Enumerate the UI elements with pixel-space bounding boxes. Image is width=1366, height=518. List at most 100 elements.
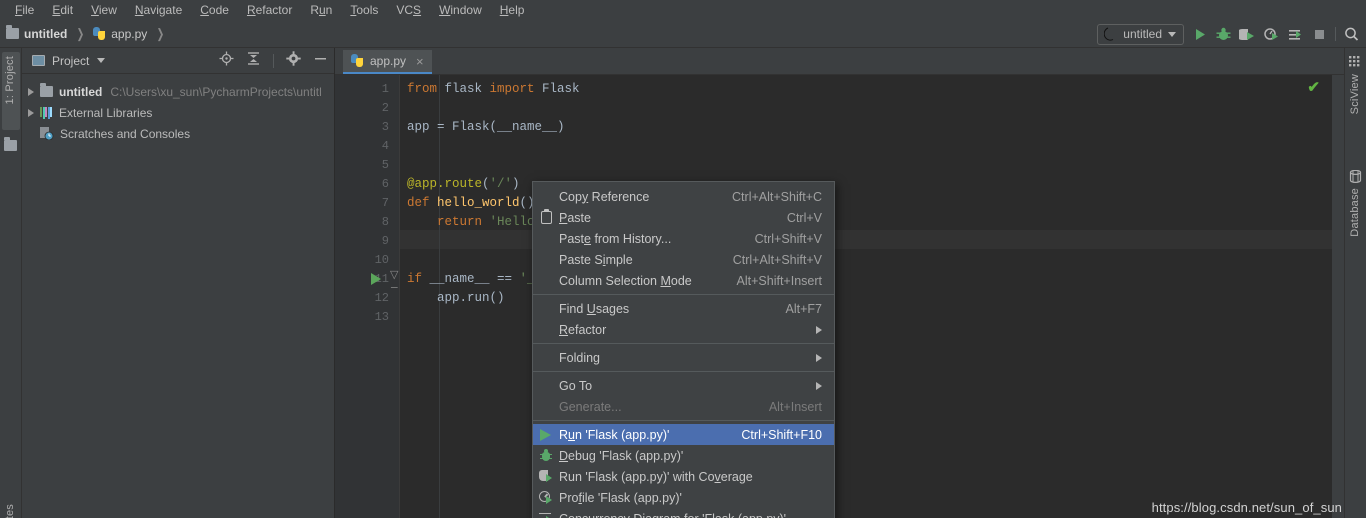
- fold-marker-collapse[interactable]: ▽: [390, 268, 398, 282]
- code-line: from flask import Flask: [407, 82, 580, 96]
- context-menu-item-refactor[interactable]: Refactor: [533, 319, 834, 340]
- menu-navigate[interactable]: Navigate: [126, 1, 191, 19]
- context-menu-item-label: Run 'Flask (app.py)' with Coverage: [559, 469, 753, 484]
- context-menu-item-run-flask-app-py[interactable]: Run 'Flask (app.py)' Ctrl+Shift+F10: [533, 424, 834, 445]
- sidebar-button-sciview[interactable]: SciView: [1349, 74, 1361, 114]
- menu-separator: [533, 294, 834, 295]
- concurrency-icon: [538, 511, 554, 518]
- context-menu-item-label: Debug 'Flask (app.py)': [559, 448, 684, 463]
- context-menu-item-profile-flask-app-py[interactable]: Profile 'Flask (app.py)': [533, 487, 834, 508]
- chevron-down-icon[interactable]: [97, 58, 106, 63]
- line-number: 13: [374, 310, 389, 324]
- menu-file[interactable]: File: [6, 1, 43, 19]
- expand-triangle-icon[interactable]: [28, 108, 34, 117]
- breadcrumb-separator: ❯: [156, 25, 165, 41]
- breadcrumb-label: untitled: [24, 26, 68, 41]
- code-line: @app.route('/'): [407, 177, 520, 191]
- context-menu-item-paste[interactable]: Paste Ctrl+V: [533, 207, 834, 228]
- line-number: 9: [381, 234, 389, 248]
- debug-icon: [538, 448, 554, 464]
- coverage-icon: [538, 469, 554, 485]
- context-menu-item-shortcut: Ctrl+Shift+V: [754, 231, 822, 246]
- menu-separator: [533, 371, 834, 372]
- editor-gutter[interactable]: 1 2 3 4 5 6 7 8 9 10 11 12 13: [335, 75, 399, 518]
- context-menu-item-paste-simple[interactable]: Paste Simple Ctrl+Alt+Shift+V: [533, 249, 834, 270]
- inspection-status-icon: ✔: [1307, 79, 1320, 96]
- menu-refactor[interactable]: Refactor: [238, 1, 301, 19]
- editor-context-menu[interactable]: Copy Reference Ctrl+Alt+Shift+C Paste Ctrl+…: [532, 181, 835, 518]
- context-menu-item-label: Copy Reference: [559, 189, 650, 204]
- context-menu-item-copy-reference[interactable]: Copy Reference Ctrl+Alt+Shift+C: [533, 186, 834, 207]
- menu-vcs[interactable]: VCS: [387, 1, 430, 19]
- context-menu-item-debug-flask-app-py[interactable]: Debug 'Flask (app.py)': [533, 445, 834, 466]
- menu-tools[interactable]: Tools: [341, 1, 387, 19]
- locate-icon[interactable]: [219, 51, 234, 71]
- debug-icon[interactable]: [1215, 26, 1232, 43]
- context-menu-item-shortcut: Ctrl+V: [786, 210, 822, 225]
- context-menu-item-folding[interactable]: Folding: [533, 347, 834, 368]
- run-icon[interactable]: [1191, 26, 1208, 43]
- code-line: app.run(): [407, 291, 505, 305]
- watermark-text: https://blog.csdn.net/sun_of_sun: [1151, 500, 1342, 515]
- line-number: 10: [374, 253, 389, 267]
- context-menu-item-shortcut: Ctrl+Shift+F10: [741, 427, 822, 442]
- profile-icon[interactable]: [1263, 26, 1280, 43]
- tree-item-scratches-and-consoles[interactable]: Scratches and Consoles: [22, 123, 334, 144]
- stop-icon[interactable]: [1311, 26, 1328, 43]
- pycharm-window: File Edit View Navigate Code Refactor Run Tools…: [0, 0, 1366, 518]
- menu-edit[interactable]: Edit: [43, 1, 82, 19]
- collapse-all-icon[interactable]: [246, 51, 261, 71]
- profile-icon: [538, 490, 554, 506]
- run-with-coverage-icon[interactable]: [1236, 26, 1256, 43]
- tab-app-py[interactable]: app.py ×: [343, 50, 432, 74]
- line-number: 8: [381, 215, 389, 229]
- project-panel-title: Project: [52, 53, 90, 68]
- menu-window[interactable]: Window: [430, 1, 491, 19]
- expand-triangle-icon[interactable]: [28, 87, 34, 96]
- context-menu-item-label: Paste from History...: [559, 231, 672, 246]
- hide-panel-icon[interactable]: [313, 51, 328, 71]
- editor-scrollbar[interactable]: [1332, 75, 1344, 518]
- search-icon[interactable]: [1343, 26, 1360, 43]
- context-menu-item-concurrency-diagram-for-flask-app-py[interactable]: Concurrency Diagram for 'Flask (app.py)': [533, 508, 834, 518]
- line-number: 1: [381, 82, 389, 96]
- project-panel-header: Project: [22, 48, 334, 74]
- context-menu-item-find-usages[interactable]: Find Usages Alt+F7: [533, 298, 834, 319]
- line-number: 5: [381, 158, 389, 172]
- flask-config-icon: [1104, 27, 1114, 41]
- menu-separator: [533, 343, 834, 344]
- sidebar-button-database[interactable]: Database: [1349, 188, 1361, 237]
- line-number: 12: [374, 291, 389, 305]
- breadcrumb-label: app.py: [111, 26, 148, 41]
- menu-run[interactable]: Run: [301, 1, 341, 19]
- menu-view[interactable]: View: [82, 1, 126, 19]
- context-menu-item-shortcut: Alt+Insert: [768, 399, 822, 414]
- context-menu-item-label: Refactor: [559, 322, 607, 337]
- settings-gear-icon[interactable]: [286, 51, 301, 71]
- context-menu-item-label: Generate...: [559, 399, 622, 414]
- left-tool-strip: 1: Project Favorites: [0, 48, 22, 518]
- concurrency-diagram-icon[interactable]: [1287, 26, 1304, 43]
- menu-code[interactable]: Code: [191, 1, 238, 19]
- context-menu-item-label: Paste: [559, 210, 591, 225]
- menu-help[interactable]: Help: [491, 1, 534, 19]
- gutter-run-arrow[interactable]: [371, 273, 381, 285]
- code-editor[interactable]: 1 2 3 4 5 6 7 8 9 10 11 12 13 from flask import Flas…: [335, 75, 1344, 518]
- breadcrumb-item-untitled[interactable]: untitled: [6, 25, 68, 41]
- context-menu-item-paste-from-history[interactable]: Paste from History... Ctrl+Shift+V: [533, 228, 834, 249]
- close-icon[interactable]: ×: [416, 54, 424, 69]
- run-configuration-label: untitled: [1123, 27, 1162, 41]
- tree-item-label: untitled: [59, 84, 103, 99]
- context-menu-item-go-to[interactable]: Go To: [533, 375, 834, 396]
- breadcrumb-item-app-py[interactable]: app.py: [92, 26, 148, 41]
- context-menu-item-column-selection-mode[interactable]: Column Selection Mode Alt+Shift+Insert: [533, 270, 834, 291]
- context-menu-item-run-flask-app-py-with-coverage[interactable]: Run 'Flask (app.py)' with Coverage: [533, 466, 834, 487]
- fold-marker-end[interactable]: ─: [391, 283, 398, 295]
- sidebar-button-favorites[interactable]: Favorites: [4, 504, 16, 518]
- toolbar-divider: [1335, 27, 1336, 41]
- line-number: 7: [381, 196, 389, 210]
- tree-item-untitled[interactable]: untitled C:\Users\xu_sun\PycharmProjects\…: [22, 81, 334, 102]
- tree-item-external-libraries[interactable]: External Libraries: [22, 102, 334, 123]
- run-configuration-selector[interactable]: untitled: [1097, 23, 1184, 45]
- line-number: 4: [381, 139, 389, 153]
